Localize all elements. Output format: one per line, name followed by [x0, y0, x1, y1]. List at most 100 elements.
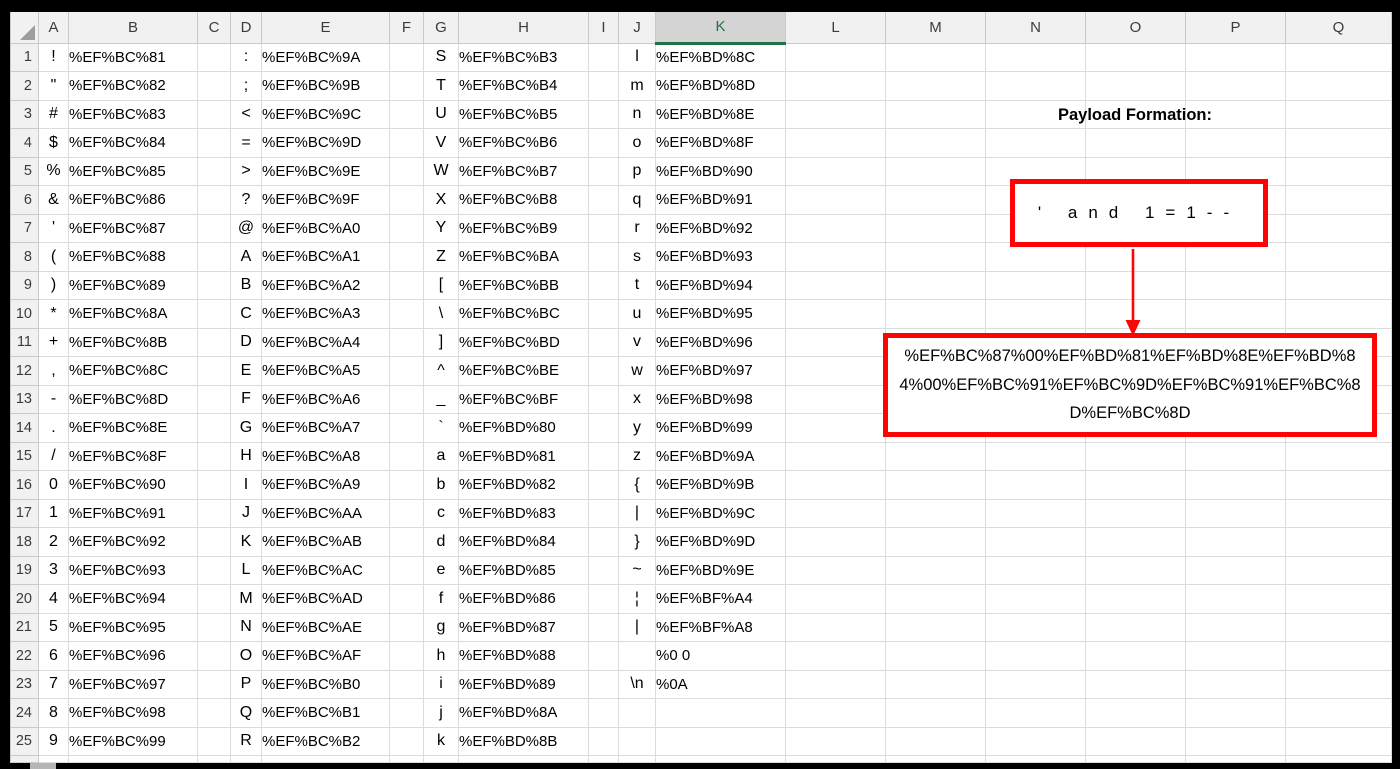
- cell-M1[interactable]: [885, 42, 986, 72]
- cell-H10[interactable]: %EF%BC%BC: [458, 299, 589, 329]
- cell-P19[interactable]: [1185, 555, 1286, 585]
- cell-I6[interactable]: [588, 185, 619, 215]
- cell-L23[interactable]: [785, 669, 886, 699]
- cell-I23[interactable]: [588, 669, 619, 699]
- cell-I10[interactable]: [588, 299, 619, 329]
- cell-A16[interactable]: 0: [38, 470, 69, 500]
- cell-J16[interactable]: {: [618, 470, 656, 500]
- cell-N21[interactable]: [985, 612, 1086, 642]
- cell-O15[interactable]: [1085, 441, 1186, 471]
- cell-N22[interactable]: [985, 641, 1086, 671]
- cell-C15[interactable]: [197, 441, 231, 471]
- cell-L13[interactable]: [785, 384, 886, 414]
- cell-D23[interactable]: P: [230, 669, 262, 699]
- cell-F9[interactable]: [389, 270, 424, 300]
- cell-P10[interactable]: [1185, 299, 1286, 329]
- cell-J9[interactable]: t: [618, 270, 656, 300]
- cell-B10[interactable]: %EF%BC%8A: [68, 299, 198, 329]
- row-header-21[interactable]: 21: [10, 612, 39, 642]
- cell-L9[interactable]: [785, 270, 886, 300]
- cell-E20[interactable]: %EF%BC%AD: [261, 584, 390, 614]
- cell-E17[interactable]: %EF%BC%AA: [261, 498, 390, 528]
- cell-K4[interactable]: %EF%BD%8F: [655, 128, 786, 158]
- column-header-F[interactable]: F: [389, 12, 424, 44]
- cell-G20[interactable]: f: [423, 584, 459, 614]
- row-header-5[interactable]: 5: [10, 156, 39, 186]
- cell-A5[interactable]: %: [38, 156, 69, 186]
- cell-G19[interactable]: e: [423, 555, 459, 585]
- cell-K14[interactable]: %EF%BD%99: [655, 413, 786, 443]
- cell-J23[interactable]: \n: [618, 669, 656, 699]
- cell-D11[interactable]: D: [230, 327, 262, 357]
- cell-K7[interactable]: %EF%BD%92: [655, 213, 786, 243]
- cell-A15[interactable]: /: [38, 441, 69, 471]
- cell-H13[interactable]: %EF%BC%BF: [458, 384, 589, 414]
- cell-F3[interactable]: [389, 99, 424, 129]
- cell-K22[interactable]: %0 0: [655, 641, 786, 671]
- cell-B23[interactable]: %EF%BC%97: [68, 669, 198, 699]
- cell-L1[interactable]: [785, 42, 886, 72]
- cell-M5[interactable]: [885, 156, 986, 186]
- cell-C11[interactable]: [197, 327, 231, 357]
- cell-P25[interactable]: [1185, 726, 1286, 756]
- cell-C18[interactable]: [197, 527, 231, 557]
- cell-G25[interactable]: k: [423, 726, 459, 756]
- cell-G4[interactable]: V: [423, 128, 459, 158]
- cell-F14[interactable]: [389, 413, 424, 443]
- cell-F21[interactable]: [389, 612, 424, 642]
- cell-A17[interactable]: 1: [38, 498, 69, 528]
- cell-D19[interactable]: L: [230, 555, 262, 585]
- row-header-9[interactable]: 9: [10, 270, 39, 300]
- cell-C19[interactable]: [197, 555, 231, 585]
- cell-Q7[interactable]: [1285, 213, 1392, 243]
- cell-H19[interactable]: %EF%BD%85: [458, 555, 589, 585]
- cell-C1[interactable]: [197, 42, 231, 72]
- cell-C21[interactable]: [197, 612, 231, 642]
- cell-I3[interactable]: [588, 99, 619, 129]
- column-header-B[interactable]: B: [68, 12, 198, 44]
- cell-K19[interactable]: %EF%BD%9E: [655, 555, 786, 585]
- cell-A2[interactable]: ": [38, 71, 69, 101]
- cell-L6[interactable]: [785, 185, 886, 215]
- column-header-A[interactable]: A: [38, 12, 69, 44]
- cell-Q9[interactable]: [1285, 270, 1392, 300]
- cell-P23[interactable]: [1185, 669, 1286, 699]
- cell-K15[interactable]: %EF%BD%9A: [655, 441, 786, 471]
- cell-B3[interactable]: %EF%BC%83: [68, 99, 198, 129]
- cell-E16[interactable]: %EF%BC%A9: [261, 470, 390, 500]
- cell-F17[interactable]: [389, 498, 424, 528]
- cell-L21[interactable]: [785, 612, 886, 642]
- row-header-20[interactable]: 20: [10, 584, 39, 614]
- cell-O1[interactable]: [1085, 42, 1186, 72]
- cell-G10[interactable]: \: [423, 299, 459, 329]
- cell-I7[interactable]: [588, 213, 619, 243]
- column-header-E[interactable]: E: [261, 12, 390, 44]
- select-all-corner[interactable]: [10, 12, 39, 44]
- cell-C24[interactable]: [197, 698, 231, 728]
- row-header-3[interactable]: 3: [10, 99, 39, 129]
- cell-H20[interactable]: %EF%BD%86: [458, 584, 589, 614]
- cell-Q25[interactable]: [1285, 726, 1392, 756]
- cell-L8[interactable]: [785, 242, 886, 272]
- cell-K12[interactable]: %EF%BD%97: [655, 356, 786, 386]
- cell-N23[interactable]: [985, 669, 1086, 699]
- cell-H9[interactable]: %EF%BC%BB: [458, 270, 589, 300]
- row-header-12[interactable]: 12: [10, 356, 39, 386]
- cell-F22[interactable]: [389, 641, 424, 671]
- cell-E15[interactable]: %EF%BC%A8: [261, 441, 390, 471]
- column-header-P[interactable]: P: [1185, 12, 1286, 44]
- cell-J15[interactable]: z: [618, 441, 656, 471]
- cell-G24[interactable]: j: [423, 698, 459, 728]
- cell-F11[interactable]: [389, 327, 424, 357]
- cell-H25[interactable]: %EF%BD%8B: [458, 726, 589, 756]
- cell-H5[interactable]: %EF%BC%B7: [458, 156, 589, 186]
- cell-K20[interactable]: %EF%BF%A4: [655, 584, 786, 614]
- cell-M4[interactable]: [885, 128, 986, 158]
- row-header-23[interactable]: 23: [10, 669, 39, 699]
- cell-F18[interactable]: [389, 527, 424, 557]
- cell-J10[interactable]: u: [618, 299, 656, 329]
- cell-L25[interactable]: [785, 726, 886, 756]
- cell-L15[interactable]: [785, 441, 886, 471]
- cell-M17[interactable]: [885, 498, 986, 528]
- cell-A9[interactable]: ): [38, 270, 69, 300]
